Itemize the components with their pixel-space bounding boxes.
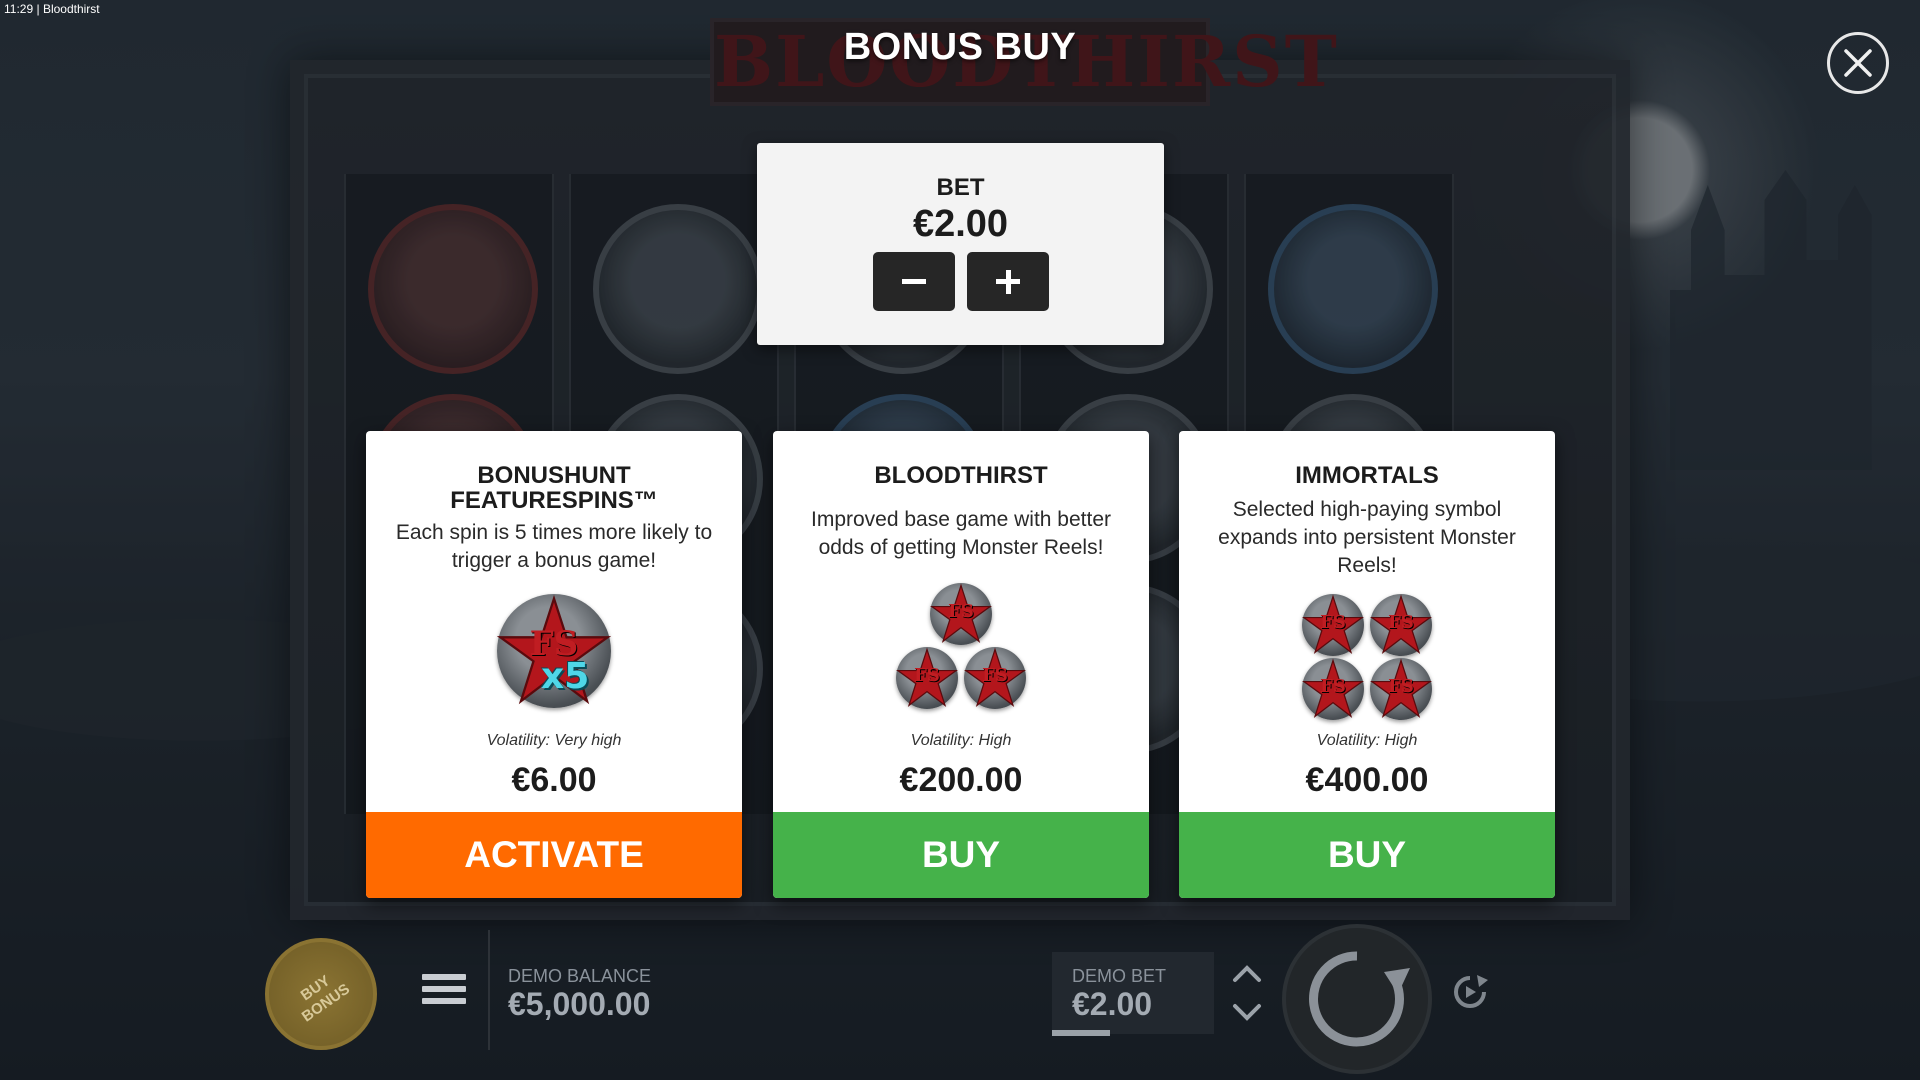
minus-icon	[902, 279, 926, 284]
card-art: FS FS FS FS	[1179, 594, 1555, 720]
fs-x5-badge-icon: FS x5	[497, 594, 611, 708]
badge-row: FS FS	[1302, 658, 1432, 720]
badge-row: FS FS	[1302, 594, 1432, 656]
buy-bonus-label: BUY BONUS	[268, 951, 374, 1040]
buy-button[interactable]: BUY	[773, 812, 1149, 898]
balance-value: €5,000.00	[508, 986, 651, 1022]
spin-button[interactable]	[1282, 924, 1432, 1074]
card-title: BONUSHUNT FEATURESPINS™	[366, 463, 742, 513]
bonus-card-immortals: IMMORTALS Selected high-paying symbol ex…	[1179, 431, 1555, 898]
fs-badge-icon: FS	[1370, 658, 1432, 720]
demo-bet-label: DEMO BET	[1072, 966, 1167, 986]
card-volatility: Volatility: Very high	[486, 732, 622, 749]
fs-text: FS	[1320, 612, 1346, 633]
balance-label: DEMO BALANCE	[508, 966, 652, 986]
bonus-card-bloodthirst: BLOODTHIRST Improved base game with bett…	[773, 431, 1149, 898]
card-price: €200.00	[899, 761, 1023, 799]
autoplay-button[interactable]	[1450, 972, 1490, 1012]
fs-text: FS	[914, 665, 940, 686]
badge-row: FS FS	[896, 647, 1026, 709]
card-volatility: Volatility: High	[910, 732, 1012, 749]
fs-text: FS	[1388, 612, 1414, 633]
bet-down-button[interactable]	[1230, 998, 1264, 1028]
fs-badge-icon: FS	[1370, 594, 1432, 656]
app-name: Bloodthirst	[42, 2, 100, 16]
fs-text: FS	[1320, 676, 1346, 697]
bet-level-indicator	[1052, 1030, 1110, 1036]
fs-text: FS	[1388, 676, 1414, 697]
card-title-line2: FEATURESPINS™	[450, 487, 658, 514]
buy-bonus-button[interactable]: BUY BONUS	[265, 938, 377, 1050]
decrease-bet-button[interactable]	[873, 252, 955, 311]
card-title-line1: BONUSHUNT	[477, 462, 631, 489]
card-description: Each spin is 5 times more likely to trig…	[395, 521, 713, 572]
clock-text: 11:29	[4, 2, 34, 16]
card-price: €400.00	[1305, 761, 1429, 799]
spin-icon	[1309, 951, 1410, 1047]
bonus-card-bonushunt: BONUSHUNT FEATURESPINS™ Each spin is 5 t…	[366, 431, 742, 898]
fs-text: FS	[948, 601, 974, 622]
chevron-up-icon	[1233, 965, 1261, 982]
card-art: FS x5	[366, 594, 742, 708]
fs-badge-icon: FS	[1302, 594, 1364, 656]
bet-value: €2.00	[912, 203, 1009, 245]
activate-button[interactable]: ACTIVATE	[366, 812, 742, 898]
card-description: Improved base game with better odds of g…	[811, 508, 1111, 559]
fs-text: FS	[982, 665, 1008, 686]
fs-badge-icon: FS	[930, 583, 992, 645]
multiplier-text: x5	[541, 656, 590, 697]
window-title: 11:29 | Bloodthirst	[4, 2, 100, 16]
bet-controls	[873, 252, 1049, 311]
fs-badge-icon: FS	[1302, 658, 1364, 720]
bet-panel: BET €2.00	[757, 143, 1164, 345]
demo-bet-value: €2.00	[1072, 986, 1153, 1022]
divider	[488, 930, 490, 1050]
close-button[interactable]	[1827, 32, 1889, 94]
card-volatility: Volatility: High	[1316, 732, 1418, 749]
plus-icon-vertical	[1005, 269, 1011, 294]
hamburger-menu-icon[interactable]	[422, 974, 466, 1010]
chevron-down-icon	[1233, 1004, 1261, 1021]
menu-line	[422, 986, 466, 992]
buy-button[interactable]: BUY	[1179, 812, 1555, 898]
menu-line	[422, 998, 466, 1004]
modal-title: BONUS BUY	[843, 26, 1077, 68]
increase-bet-button[interactable]	[967, 252, 1049, 311]
card-title: BLOODTHIRST	[874, 462, 1048, 489]
card-price: €6.00	[511, 761, 597, 799]
fs-badge-icon: FS	[964, 647, 1026, 709]
card-description: Selected high-paying symbol expands into…	[1218, 498, 1516, 577]
card-title: IMMORTALS	[1295, 462, 1439, 489]
bet-up-button[interactable]	[1230, 958, 1264, 988]
bet-label: BET	[936, 174, 985, 201]
autoplay-icon	[1454, 975, 1488, 1008]
menu-line	[422, 974, 466, 980]
close-icon	[1844, 49, 1872, 77]
card-art: FS FS FS	[773, 583, 1149, 709]
fs-badge-icon: FS	[896, 647, 958, 709]
